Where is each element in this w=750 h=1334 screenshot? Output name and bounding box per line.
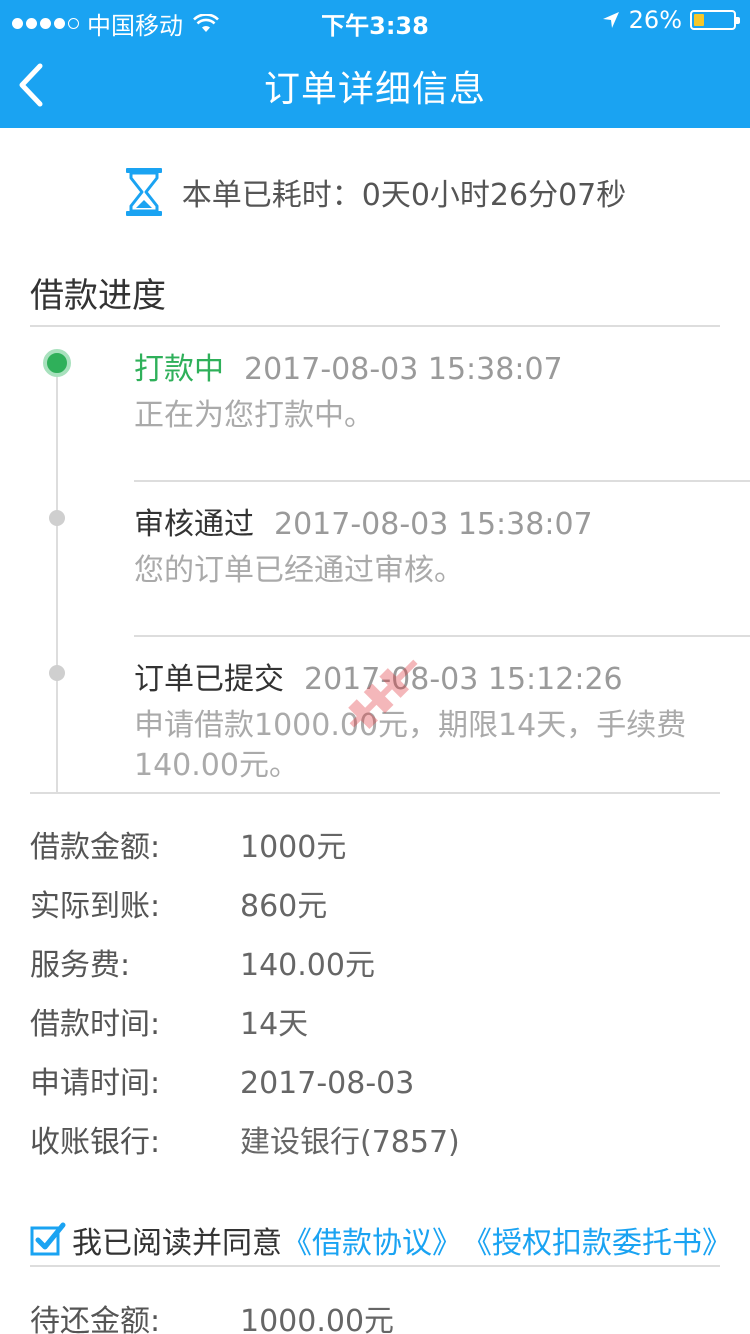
agreement-text: 我已阅读并同意 (72, 1226, 282, 1261)
due-label: 待还金额: (30, 1304, 161, 1334)
timeline-dot-active (43, 349, 71, 377)
step-status: 审核通过 (134, 507, 254, 542)
detail-value: 14天 (240, 1007, 309, 1042)
hourglass-icon (125, 168, 162, 216)
detail-label: 收账银行: (30, 1125, 161, 1160)
page-title: 订单详细信息 (263, 69, 486, 110)
detail-label: 借款时间: (30, 1007, 161, 1042)
due-amount-row: 待还金额: 1000.00元 (30, 1296, 394, 1334)
detail-value: 860元 (240, 889, 328, 924)
detail-service-fee: 服务费: 140.00元 (30, 940, 375, 984)
step-time: 2017-08-03 15:38:07 (274, 507, 593, 542)
detail-label: 服务费: (30, 948, 131, 983)
step-time: 2017-08-03 15:38:07 (244, 352, 563, 387)
debit-authorization-link[interactable]: 《授权扣款委托书》 (462, 1218, 732, 1262)
agreement-row: 我已阅读并同意 《借款协议》 《授权扣款委托书》 (30, 1218, 732, 1262)
elapsed-time-text: 本单已耗时：0天0小时26分07秒 (181, 178, 627, 213)
loan-agreement-link[interactable]: 《借款协议》 (282, 1218, 462, 1262)
nav-bar: 订单详细信息 (0, 40, 750, 128)
detail-actual-received: 实际到账: 860元 (30, 881, 327, 925)
detail-value: 2017-08-03 (240, 1066, 415, 1101)
divider (134, 635, 750, 637)
watermark-logo-icon (348, 659, 418, 729)
divider (30, 325, 720, 327)
timeline-dot (49, 510, 65, 526)
checkbox-checked-icon[interactable] (30, 1222, 66, 1258)
status-right: 26% (601, 6, 740, 34)
divider (30, 1265, 720, 1267)
status-bar: 中国移动 下午3:38 26% (0, 0, 750, 40)
detail-apply-date: 申请时间: 2017-08-03 (30, 1058, 414, 1102)
battery-percent: 26% (628, 6, 682, 34)
battery-icon (690, 10, 740, 30)
due-value: 1000.00元 (240, 1304, 395, 1334)
step-status: 订单已提交 (134, 662, 284, 697)
step-description: 正在为您打款中。 (134, 398, 374, 433)
location-arrow-icon (602, 12, 619, 28)
detail-value: 1000元 (240, 830, 347, 865)
step-description: 您的订单已经通过审核。 (134, 553, 464, 588)
detail-bank: 收账银行: 建设银行(7857) (30, 1117, 460, 1161)
timeline-line (56, 364, 58, 792)
detail-label: 借款金额: (30, 830, 161, 865)
divider (30, 792, 720, 794)
elapsed-time-bar: 本单已耗时：0天0小时26分07秒 (0, 160, 750, 224)
timeline-dot (49, 665, 65, 681)
detail-loan-amount: 借款金额: 1000元 (30, 822, 346, 866)
step-status: 打款中 (134, 352, 224, 387)
divider (134, 480, 750, 482)
detail-loan-term: 借款时间: 14天 (30, 999, 308, 1043)
timeline-step-2: 审核通过 2017-08-03 15:38:07 您的订单已经通过审核。 (134, 499, 714, 591)
timeline-step-1: 打款中 2017-08-03 15:38:07 正在为您打款中。 (134, 344, 714, 436)
detail-value: 140.00元 (240, 948, 375, 983)
battery-level (694, 14, 704, 26)
detail-value: 建设银行(7857) (240, 1125, 460, 1160)
detail-label: 实际到账: (30, 889, 161, 924)
detail-label: 申请时间: (30, 1066, 161, 1101)
progress-title: 借款进度 (30, 276, 166, 316)
